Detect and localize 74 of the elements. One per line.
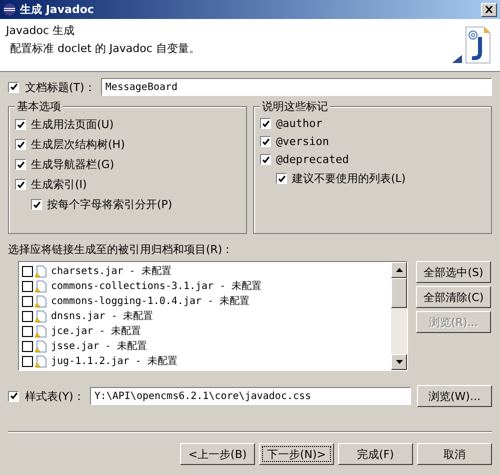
checkbox[interactable] (22, 266, 33, 276)
checkbox[interactable] (260, 136, 271, 147)
checkbox[interactable] (8, 82, 19, 92)
list-item[interactable]: jug-1.1.2.jar - 未配置 (51, 354, 178, 368)
checkmark-icon (32, 200, 40, 208)
group-title: 说明这些标记 (260, 99, 330, 114)
checkbox[interactable] (15, 119, 26, 130)
close-icon (485, 6, 493, 13)
checkbox-label: 生成导航器栏(G) (31, 157, 114, 172)
jar-file-icon (35, 354, 47, 368)
list-item[interactable]: charsets.jar - 未配置 (51, 264, 172, 278)
checkbox[interactable] (276, 173, 287, 184)
checkbox-label: @version (276, 135, 329, 148)
checkbox[interactable] (22, 340, 33, 352)
checkbox[interactable] (22, 356, 33, 366)
wizard-button[interactable]: <上一步(B) (180, 443, 255, 465)
checkbox[interactable] (8, 390, 19, 402)
list-label: 选择应将链接生成至的被引用归档和项目(R)： (8, 242, 234, 257)
checkbox[interactable] (15, 139, 26, 150)
browse-button[interactable]: 浏览(W)... (417, 385, 492, 407)
list-item[interactable]: commons-logging-1.0.4.jar - 未配置 (51, 294, 250, 308)
list-item[interactable]: jce.jar - 未配置 (51, 324, 142, 338)
wizard-button[interactable]: 完成(F) (338, 443, 413, 465)
jar-file-icon (35, 324, 47, 338)
checkbox[interactable] (15, 159, 26, 170)
checkbox[interactable] (22, 326, 33, 336)
checkmark-icon (16, 120, 24, 128)
checkmark-icon (262, 120, 270, 128)
checkmark-icon (10, 83, 18, 91)
checkmark-icon (16, 140, 24, 148)
checkbox[interactable] (15, 179, 26, 190)
doc-title-label: 文档标题(T)： (25, 80, 96, 94)
page-title: Javadoc 生成 (6, 23, 76, 38)
doc-title-field[interactable]: MessageBoard (101, 78, 492, 96)
group-title: 基本选项 (15, 99, 63, 114)
list-item[interactable]: commons-collections-3.1.jar - 未配置 (51, 279, 262, 293)
checkbox-label: 生成索引(I) (31, 177, 87, 192)
checkmark-icon (262, 138, 270, 146)
jar-file-icon (35, 264, 47, 278)
checkmark-icon (278, 174, 286, 182)
checkbox[interactable] (31, 199, 42, 210)
checkmark-icon (262, 156, 270, 164)
side-button[interactable]: 全部选中(S) (416, 261, 491, 283)
checkbox[interactable] (260, 154, 271, 165)
checkbox[interactable] (22, 296, 33, 306)
checkbox-label: 生成用法页面(U) (31, 117, 114, 132)
list-item[interactable]: dnsns.jar - 未配置 (51, 309, 154, 323)
checkbox[interactable] (260, 118, 271, 129)
checkbox-label: 生成层次结构树(H) (31, 137, 125, 152)
checkmark-icon (16, 160, 24, 168)
page-description: 配置标准 doclet 的 Javadoc 自变量。 (9, 41, 201, 56)
checkbox-label: 按每个字母将索引分开(P) (47, 197, 172, 212)
checkbox[interactable] (22, 310, 33, 322)
checkbox-label: @author (276, 117, 322, 130)
wizard-button[interactable]: 取消 (417, 443, 492, 465)
checkbox-label: @deprecated (276, 153, 349, 166)
jar-file-icon (35, 310, 47, 322)
jar-file-icon (35, 280, 47, 292)
checkbox-label: 建议不要使用的列表(L) (292, 171, 406, 186)
list-item[interactable]: jsse.jar - 未配置 (51, 339, 148, 353)
checkbox[interactable] (22, 280, 33, 292)
checkmark-icon (10, 392, 18, 400)
checkmark-icon (16, 180, 24, 188)
scrollbar[interactable] (391, 262, 407, 370)
close-button[interactable] (481, 2, 497, 16)
window-title: 生成 Javadoc (20, 2, 95, 17)
side-button[interactable]: 全部清除(C) (416, 286, 491, 308)
stylesheet-label: 样式表(Y)： (25, 388, 84, 404)
jar-file-icon (35, 340, 47, 352)
up-arrow-icon (396, 268, 402, 272)
wizard-button[interactable]: 下一步(N)> (259, 443, 334, 465)
stylesheet-field[interactable]: Y:\API\opencms6.2.1\core\javadoc.css (90, 387, 411, 405)
jar-file-icon (35, 294, 47, 308)
down-arrow-icon (396, 360, 402, 364)
